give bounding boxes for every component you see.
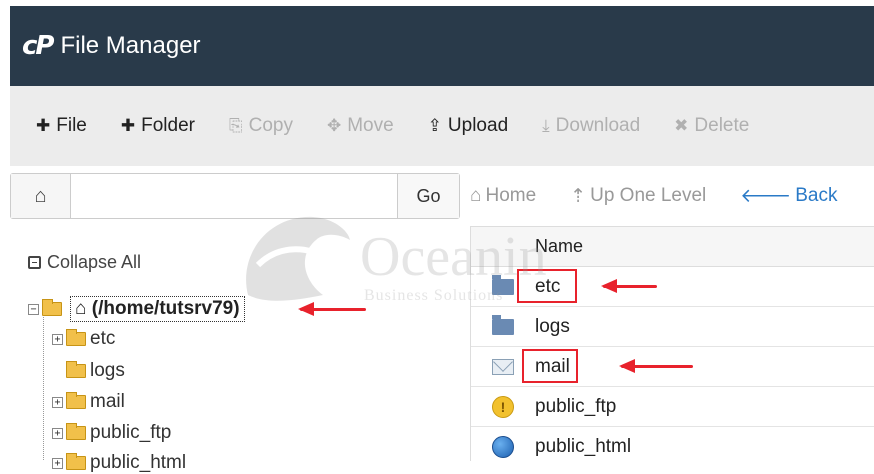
delete-button[interactable]: ✖ Delete (674, 115, 749, 137)
ftp-icon: ! (492, 395, 514, 418)
copy-icon: ⎘ (228, 116, 243, 135)
app-header: cP File Manager (10, 6, 874, 86)
delete-icon: ✖ (674, 116, 689, 135)
move-icon: ✥ (326, 116, 342, 135)
folder-icon (66, 329, 86, 346)
folder-icon (66, 392, 86, 409)
tree-root[interactable]: − ⌂ (/home/tutsrv79) (28, 296, 245, 322)
level-up-icon: ⇡ (570, 185, 587, 207)
download-icon: ⤓ (542, 116, 550, 135)
download-button[interactable]: ⤓ Download (542, 115, 640, 137)
folder-icon (492, 314, 514, 335)
toolbar: ✚ File ✚ Folder ⎘ Copy ✥ Move ⇪ Upload ⤓ Downl… (10, 86, 874, 166)
nav-bar: ⌂ Home ⇡ Up One Level 🡐 Back (470, 173, 871, 219)
file-name: public_html (535, 435, 632, 457)
new-file-button[interactable]: ✚ File (36, 115, 87, 137)
home-icon: ⌂ (75, 298, 92, 319)
file-row-public-ftp[interactable]: ! public_ftp (471, 387, 874, 427)
folder-icon (66, 423, 86, 440)
tree-item-public-ftp[interactable]: + public_ftp (52, 422, 171, 444)
tree-item-mail[interactable]: + mail (52, 391, 125, 413)
annotation-arrow-icon (298, 302, 366, 316)
path-input[interactable] (71, 174, 397, 218)
name-column-header[interactable]: Name (471, 227, 874, 267)
home-icon: ⌂ (34, 184, 47, 207)
file-row-public-html[interactable]: public_html (471, 427, 874, 461)
collapse-icon (28, 256, 41, 269)
annotation-arrow-icon (601, 279, 657, 293)
expand-toggle-icon[interactable]: + (52, 396, 63, 408)
tree-item-etc[interactable]: + etc (52, 328, 115, 350)
folder-icon (66, 361, 86, 378)
file-list: Name etc logs mail ! public_ftp public_h… (470, 226, 874, 461)
expand-toggle-icon[interactable]: + (52, 457, 63, 469)
tree-root-label: ⌂ (/home/tutsrv79) (70, 296, 245, 322)
highlight-box-mail (522, 349, 578, 383)
path-bar: ⌂ Go (10, 173, 460, 219)
plus-icon: ✚ (36, 116, 51, 135)
upload-icon: ⇪ (427, 116, 442, 135)
folder-open-icon (42, 299, 62, 316)
globe-icon (492, 435, 514, 458)
collapse-toggle-icon[interactable]: − (28, 303, 39, 315)
back-button[interactable]: 🡐 Back (740, 184, 837, 208)
home-path-button[interactable]: ⌂ (11, 174, 71, 218)
go-button[interactable]: Go (397, 174, 459, 218)
up-one-level-button[interactable]: ⇡ Up One Level (570, 185, 706, 208)
plus-icon: ✚ (120, 116, 136, 135)
nav-home-button[interactable]: ⌂ Home (470, 185, 536, 207)
upload-button[interactable]: ⇪ Upload (428, 115, 508, 137)
move-button[interactable]: ✥ Move (327, 115, 394, 137)
cpanel-logo-icon: cP (22, 31, 55, 61)
mail-icon (492, 358, 514, 375)
arrow-left-icon: 🡐 (740, 186, 792, 207)
folder-icon (66, 453, 86, 470)
tree-connector (43, 310, 44, 460)
highlight-box-etc (517, 269, 577, 303)
annotation-arrow-icon (619, 359, 693, 373)
tree-item-logs[interactable]: logs (66, 360, 125, 382)
collapse-all-button[interactable]: Collapse All (28, 252, 141, 273)
logo: cP File Manager (22, 31, 201, 61)
file-row-logs[interactable]: logs (471, 307, 874, 347)
home-icon: ⌂ (470, 185, 482, 206)
copy-button[interactable]: ⎘ Copy (229, 115, 293, 137)
new-folder-button[interactable]: ✚ Folder (121, 115, 195, 137)
file-name: public_ftp (535, 395, 617, 417)
folder-icon (492, 274, 514, 295)
dolphin-logo-icon (246, 216, 350, 301)
tree-item-public-html[interactable]: + public_html (52, 452, 186, 474)
app-title: File Manager (60, 32, 201, 59)
expand-toggle-icon[interactable]: + (52, 333, 63, 345)
expand-toggle-icon[interactable]: + (52, 427, 63, 439)
file-name: logs (535, 315, 570, 337)
